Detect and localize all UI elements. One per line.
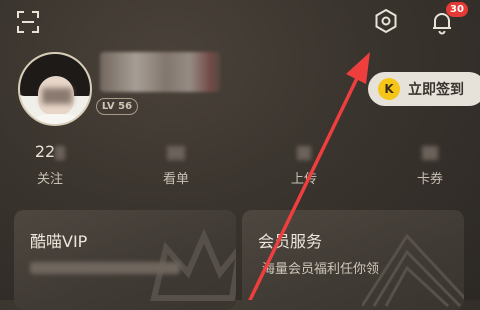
- annotation-arrow: [248, 52, 370, 300]
